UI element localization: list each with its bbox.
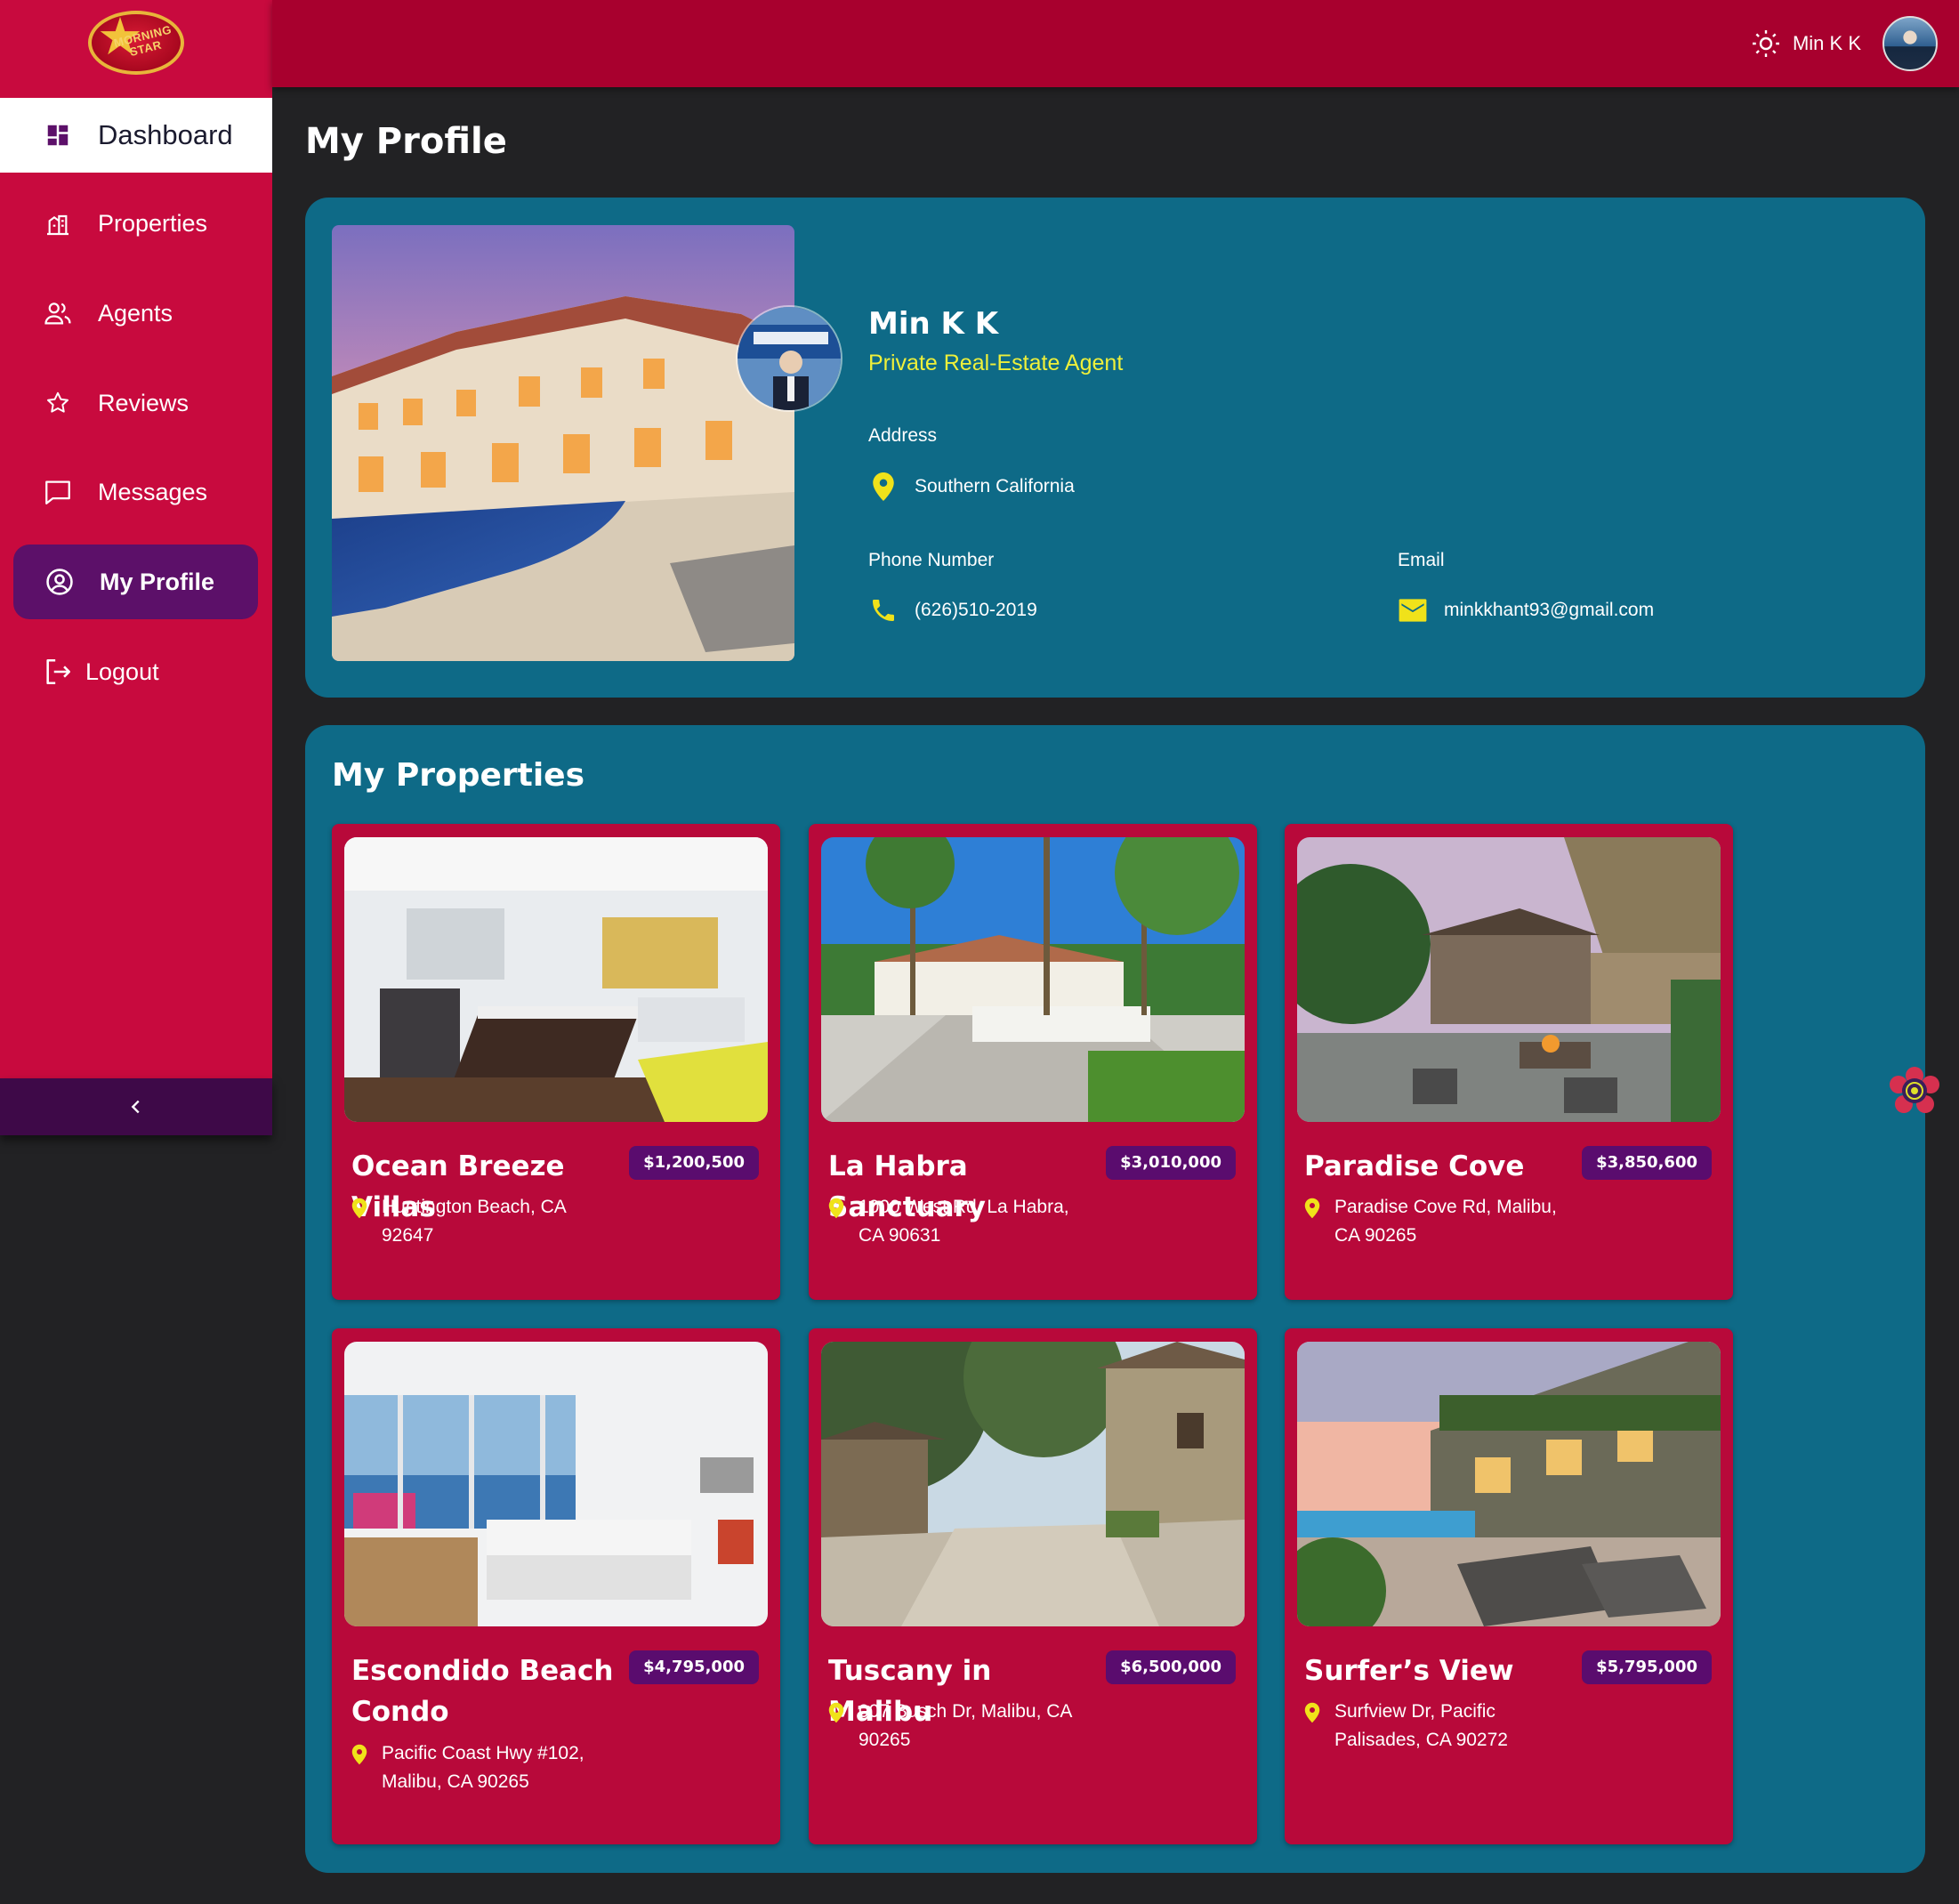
sidebar-item-label: Agents [98, 299, 173, 327]
property-address: 1000 West Rd, La Habra, CA 90631 [828, 1193, 1095, 1250]
price-badge: $1,200,500 [629, 1146, 759, 1180]
page-title: My Profile [305, 121, 507, 162]
mail-icon [1398, 595, 1428, 625]
sidebar-item-label: Messages [98, 478, 208, 505]
logout-icon [43, 657, 73, 687]
property-card[interactable]: Ocean Breeze Villas $1,200,500 Huntingto… [332, 824, 780, 1300]
profile-icon [44, 567, 75, 597]
property-image [1297, 837, 1721, 1122]
phone-value: (626)510-2019 [868, 595, 1037, 625]
sidebar: ★ MORNING STAR Dashboard Properties Agen… [0, 0, 272, 1135]
location-pin-icon [1304, 1198, 1324, 1219]
email-text[interactable]: minkkhant93@gmail.com [1444, 600, 1654, 621]
sidebar-item-label: My Profile [100, 568, 215, 595]
location-pin-icon [868, 472, 899, 502]
address-text: Southern California [915, 476, 1075, 496]
location-pin-icon [351, 1198, 371, 1219]
price-badge: $4,795,000 [629, 1650, 759, 1684]
sidebar-item-agents[interactable]: Agents [0, 276, 272, 351]
star-icon [43, 388, 73, 418]
phone-icon [868, 595, 899, 625]
property-address: Surfview Dr, Pacific Palisades, CA 90272 [1304, 1698, 1571, 1755]
price-badge: $5,795,000 [1582, 1650, 1712, 1684]
dashboard-icon [43, 120, 73, 150]
message-icon [43, 477, 73, 507]
address-text: Surfview Dr, Pacific Palisades, CA 90272 [1334, 1701, 1508, 1750]
price-badge: $3,850,600 [1582, 1146, 1712, 1180]
chevron-left-icon [126, 1097, 146, 1117]
address-text: Paradise Cove Rd, Malibu, CA 90265 [1334, 1197, 1557, 1246]
sidebar-item-label: Logout [85, 658, 159, 685]
topbar-user-name[interactable]: Min K K [1793, 32, 1861, 55]
property-address: Paradise Cove Rd, Malibu, CA 90265 [1304, 1193, 1571, 1250]
property-title[interactable]: Paradise Cove [1304, 1146, 1571, 1187]
address-text: 1000 West Rd, La Habra, CA 90631 [859, 1197, 1069, 1246]
sidebar-collapse-button[interactable] [0, 1078, 272, 1135]
my-properties-section: My Properties Ocean Breeze Villas $1,200… [305, 725, 1925, 1873]
address-value: Southern California [868, 472, 1075, 502]
properties-icon [43, 208, 73, 238]
property-title[interactable]: Escondido Beach Condo [351, 1650, 618, 1732]
price-badge: $6,500,000 [1106, 1650, 1236, 1684]
sidebar-item-properties[interactable]: Properties [0, 186, 272, 261]
address-text: Pacific Coast Hwy #102, Malibu, CA 90265 [382, 1743, 584, 1792]
logo-area[interactable]: ★ MORNING STAR [0, 0, 272, 98]
property-card[interactable]: La Habra Sanctuary $3,010,000 1000 West … [809, 824, 1257, 1300]
property-card[interactable]: Surfer’s View $5,795,000 Surfview Dr, Pa… [1285, 1328, 1733, 1844]
sidebar-item-reviews[interactable]: Reviews [0, 366, 272, 440]
property-title[interactable]: Surfer’s View [1304, 1650, 1571, 1691]
email-value: minkkhant93@gmail.com [1398, 595, 1654, 625]
property-address: Pacific Coast Hwy #102, Malibu, CA 90265 [351, 1739, 618, 1796]
address-label: Address [868, 425, 938, 446]
sidebar-item-label: Reviews [98, 389, 189, 416]
sidebar-item-label: Dashboard [98, 119, 233, 150]
profile-role: Private Real-Estate Agent [868, 351, 1124, 375]
property-image [344, 837, 768, 1122]
sidebar-item-messages[interactable]: Messages [0, 455, 272, 529]
sidebar-item-my-profile[interactable]: My Profile [13, 545, 258, 619]
agents-icon [43, 298, 73, 328]
profile-cover-image [332, 225, 794, 661]
profile-avatar [736, 305, 842, 412]
top-bar: Min K K [272, 0, 1959, 87]
sidebar-item-label: Properties [98, 209, 208, 237]
location-pin-icon [351, 1744, 371, 1765]
section-title: My Properties [332, 757, 585, 794]
property-image [344, 1342, 768, 1626]
address-text: 007 Busch Dr, Malibu, CA 90265 [859, 1701, 1072, 1750]
location-pin-icon [1304, 1702, 1324, 1723]
location-pin-icon [828, 1702, 848, 1723]
property-image [821, 1342, 1245, 1626]
property-card[interactable]: Escondido Beach Condo $4,795,000 Pacific… [332, 1328, 780, 1844]
property-image [1297, 1342, 1721, 1626]
email-label: Email [1398, 550, 1445, 570]
price-badge: $3,010,000 [1106, 1146, 1236, 1180]
sun-icon[interactable] [1750, 28, 1782, 60]
topbar-user-area: Min K K [1750, 16, 1938, 71]
sidebar-item-dashboard[interactable]: Dashboard [0, 98, 272, 173]
avatar[interactable] [1882, 16, 1938, 71]
property-address: Huntington Beach, CA 92647 [351, 1193, 618, 1250]
property-card[interactable]: Tuscany in Malibu $6,500,000 007 Busch D… [809, 1328, 1257, 1844]
sidebar-item-logout[interactable]: Logout [0, 634, 272, 709]
profile-name: Min K K [868, 306, 999, 342]
floating-react-icon[interactable] [1886, 1064, 1943, 1117]
brand-logo[interactable]: ★ MORNING STAR [88, 11, 184, 75]
property-image [821, 837, 1245, 1122]
property-address: 007 Busch Dr, Malibu, CA 90265 [828, 1698, 1095, 1755]
phone-text[interactable]: (626)510-2019 [915, 600, 1037, 621]
profile-card: Min K K Private Real-Estate Agent Addres… [305, 198, 1925, 698]
property-card[interactable]: Paradise Cove $3,850,600 Paradise Cove R… [1285, 824, 1733, 1300]
location-pin-icon [828, 1198, 848, 1219]
address-text: Huntington Beach, CA 92647 [382, 1197, 566, 1246]
phone-label: Phone Number [868, 550, 995, 570]
